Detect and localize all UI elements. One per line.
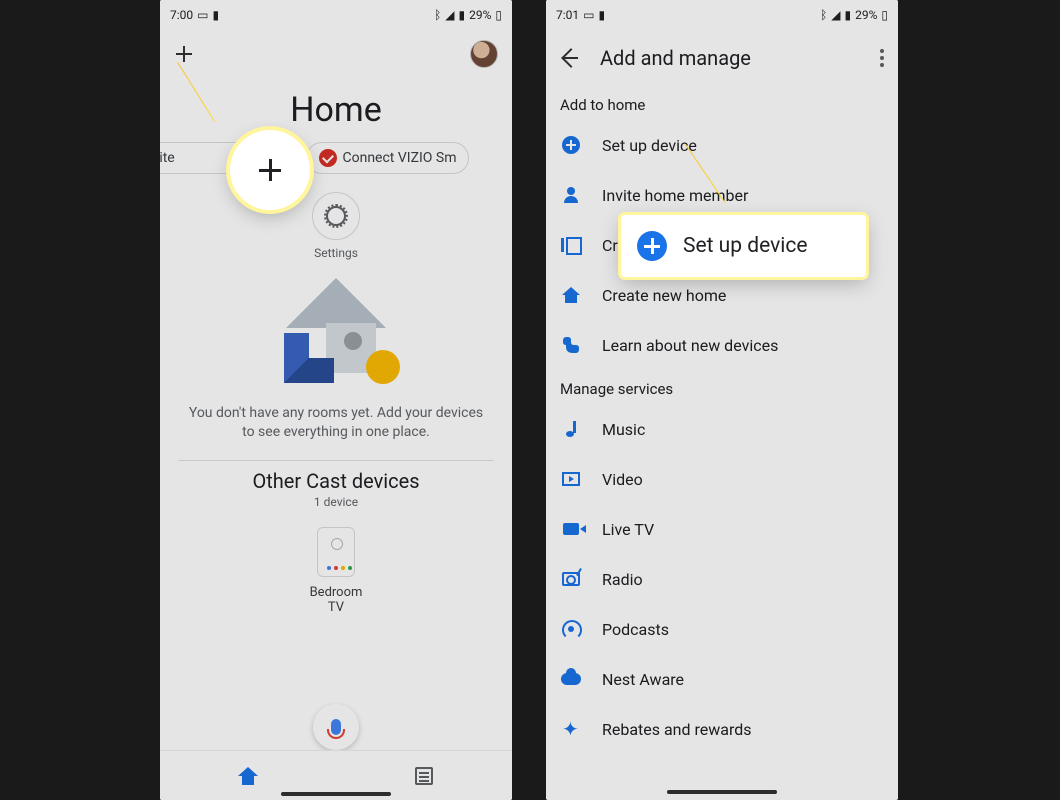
phone-add-manage-screen: 7:01 ▭ ▮ ᛒ ◢ ▮ 29% ▯ Add and manage Add … [546,0,898,800]
star-icon [562,720,580,738]
home-icon [238,767,258,785]
device-card-bedroom-tv[interactable]: Bedroom TV [301,527,371,615]
settings-button[interactable] [312,192,360,240]
menu-label: Nest Aware [602,670,684,689]
callout-label: Set up device [683,234,808,258]
menu-label: Podcasts [602,620,669,639]
battery-percent: 29% [469,8,491,22]
suggestion-chips: Invite ber ✕ Connect VIZIO Sm [160,130,512,182]
plus-circle-icon [562,136,580,154]
cloud-icon [561,673,581,685]
mic-icon [331,719,341,735]
signal-icon: ▮ [845,8,852,22]
battery-icon: ▯ [881,8,888,22]
status-time: 7:01 [556,8,579,22]
home-illustration [266,278,406,388]
gesture-bar [281,792,391,796]
signal-icon: ▮ [459,8,466,22]
menu-item-radio[interactable]: Radio [546,554,898,604]
menu-item-create-home[interactable]: Create new home [546,270,898,320]
gear-icon [326,206,346,226]
menu-label: Learn about new devices [602,336,778,355]
profile-avatar[interactable] [470,40,498,68]
divider [178,460,494,461]
feed-icon [415,767,433,785]
bluetooth-icon: ᛒ [820,8,827,22]
music-note-icon [566,421,576,437]
menu-label: Video [602,470,643,489]
plus-icon [259,159,281,181]
plus-circle-icon [637,231,667,261]
gesture-bar [667,790,777,794]
speaker-icon [317,527,355,577]
overflow-menu-button[interactable] [880,49,884,67]
battery-percent: 29% [855,8,877,22]
callout-add-button [230,130,310,210]
chip-label: Invite [160,150,175,166]
chip-connect-vizio[interactable]: Connect VIZIO Sm [306,142,470,174]
menu-item-rebates[interactable]: Rebates and rewards [546,704,898,754]
menu-item-nest-aware[interactable]: Nest Aware [546,654,898,704]
screen-title: Add and manage [600,46,860,70]
settings-label: Settings [160,246,512,260]
podcast-icon [563,621,579,637]
menu-item-invite-member[interactable]: Invite home member [546,170,898,220]
phone-home-screen: 7:00 ▭ ▮ ᛒ ◢ ▮ 29% ▯ Home Invite ber ✕ [160,0,512,800]
notification-icon: ▮ [212,8,219,22]
person-plus-icon [561,187,581,203]
page-title: Home [160,90,512,130]
menu-item-learn-devices[interactable]: Learn about new devices [546,320,898,370]
device-name: Bedroom TV [301,585,371,615]
notification-icon: ▮ [598,8,605,22]
other-cast-count: 1 device [160,495,512,509]
vizio-badge-icon [319,149,337,167]
menu-label: Rebates and rewards [602,720,752,739]
section-add-to-home: Add to home [546,86,898,120]
top-bar [160,30,512,78]
menu-label: Live TV [602,520,654,539]
menu-label: Music [602,420,645,439]
status-time: 7:00 [170,8,193,22]
screen-header: Add and manage [546,30,898,86]
wifi-icon: ◢ [445,8,454,22]
add-button[interactable] [174,44,194,64]
menu-label: Radio [602,570,643,589]
chip-label: Connect VIZIO Sm [343,150,457,166]
battery-icon: ▯ [495,8,502,22]
wifi-icon: ◢ [831,8,840,22]
menu-item-video[interactable]: Video [546,454,898,504]
voice-assistant-button[interactable] [313,704,359,750]
camera-icon [563,523,579,535]
empty-state-text: You don't have any rooms yet. Add your d… [160,398,512,452]
menu-label: Invite home member [602,186,748,205]
menu-item-live-tv[interactable]: Live TV [546,504,898,554]
callout-setup-device: Set up device [621,215,866,277]
notification-icon: ▭ [197,8,208,22]
phone-icon [563,337,579,353]
menu-item-setup-device[interactable]: Set up device [546,120,898,170]
notification-icon: ▭ [583,8,594,22]
status-bar: 7:00 ▭ ▮ ᛒ ◢ ▮ 29% ▯ [160,0,512,30]
menu-item-podcasts[interactable]: Podcasts [546,604,898,654]
video-icon [562,472,580,486]
menu-label: Set up device [602,136,697,155]
menu-item-music[interactable]: Music [546,404,898,454]
menu-label: Create new home [602,286,726,305]
back-button[interactable] [560,48,580,68]
speaker-group-icon [561,237,581,253]
radio-icon [562,572,580,586]
home-icon [562,287,580,303]
other-cast-title: Other Cast devices [160,469,512,493]
status-bar: 7:01 ▭ ▮ ᛒ ◢ ▮ 29% ▯ [546,0,898,30]
bluetooth-icon: ᛒ [434,8,441,22]
section-manage-services: Manage services [546,370,898,404]
